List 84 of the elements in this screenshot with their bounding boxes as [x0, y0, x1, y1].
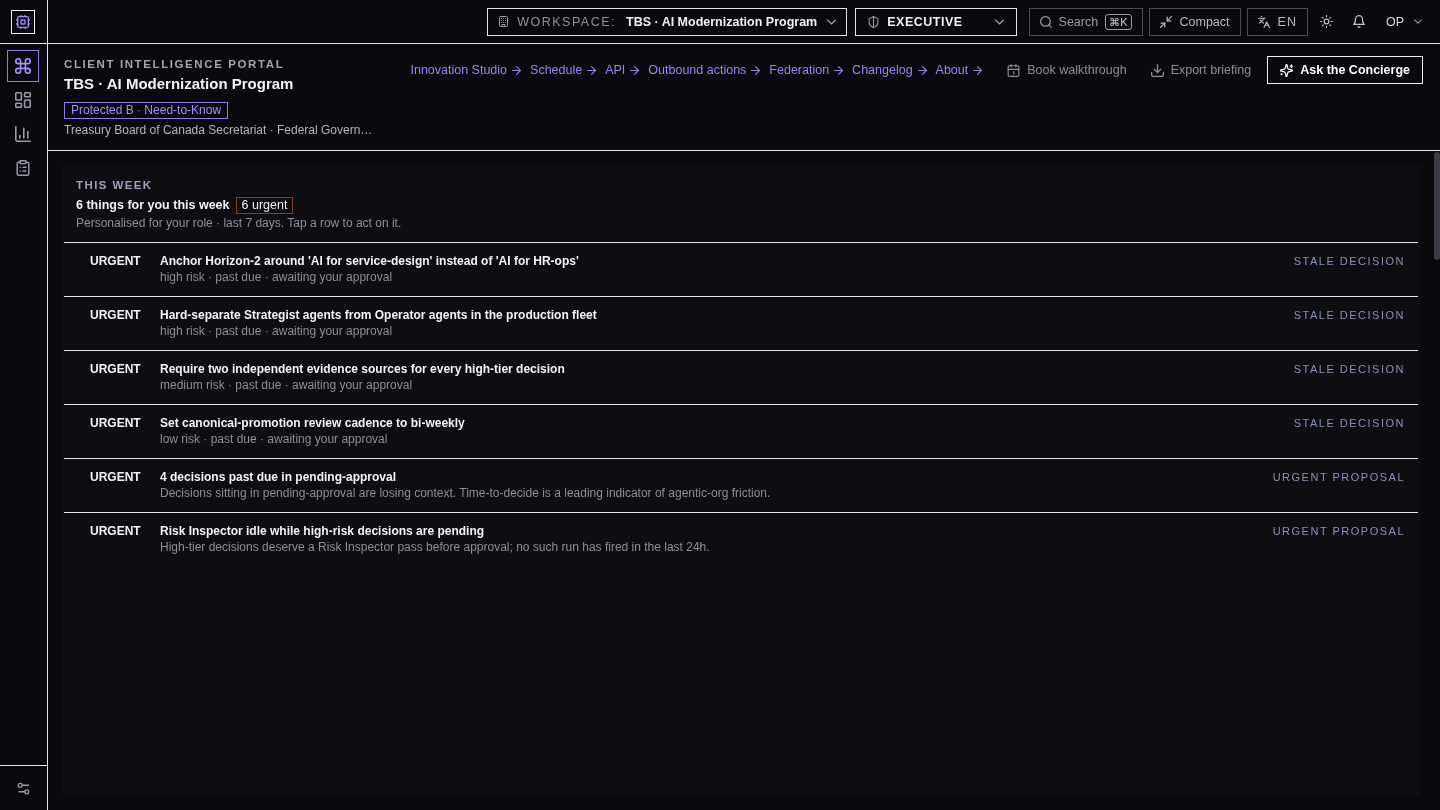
search-icon [1039, 15, 1052, 28]
dashboard-icon [15, 92, 31, 108]
chip-logo-icon [11, 9, 35, 34]
calendar-icon [1007, 63, 1021, 77]
language-button[interactable]: EN [1246, 7, 1308, 36]
row-title: Anchor Horizon-2 around 'AI for service-design' instead of 'AI for HR-ops' [160, 253, 579, 269]
building-icon [498, 16, 510, 27]
nav-link[interactable]: Changelog [852, 63, 927, 77]
arrow-right-icon [630, 65, 640, 75]
row-detail: high risk · past due · awaiting your approval [160, 269, 393, 285]
row-title: Hard-separate Strategist agents from Operator agents in the production fleet [160, 307, 597, 323]
category-label: STALE DECISION [1293, 362, 1405, 377]
sparkles-icon [1280, 63, 1294, 77]
summary-text: 6 things for you this week [76, 197, 230, 214]
priority-row[interactable]: URGENT Anchor Horizon-2 around 'AI for service-design' instead of 'AI for HR-ops' high risk · past due · awaiting your approval STALE DECISION [64, 242, 1418, 296]
severity-label: URGENT [90, 361, 142, 378]
row-detail: high risk · past due · awaiting your approval [160, 323, 393, 339]
clipboard-icon [15, 160, 31, 176]
organization-text: Treasury Board of Canada Secretariat · Federal Govern… [64, 123, 373, 138]
workspace-dropdown[interactable]: WORKSPACE: TBS · AI Modernization Program [487, 7, 848, 36]
severity-label: URGENT [90, 469, 142, 486]
severity-label: URGENT [90, 415, 142, 432]
header-action-link[interactable]: Export briefing [1150, 63, 1252, 77]
nav-link[interactable]: Outbound actions [648, 63, 761, 77]
arrow-right-icon [587, 65, 597, 75]
priority-row[interactable]: URGENT Hard-separate Strategist agents from Operator agents in the production fleet high risk · past due · awaiting your approval STALE DECISION [64, 296, 1418, 350]
row-title: Set canonical-promotion review cadence to bi-weekly [160, 415, 465, 431]
nav-link[interactable]: API [605, 63, 640, 77]
category-label: STALE DECISION [1293, 416, 1405, 431]
priority-row[interactable]: URGENT 4 decisions past due in pending-approval Decisions sitting in pending-approval are losing context. Time-to-decide is a leading indicator of agentic-org friction. URGENT PROPOSAL [64, 458, 1418, 512]
command-icon [15, 58, 31, 74]
priority-row[interactable]: URGENT Set canonical-promotion review cadence to bi-weekly low risk · past due · awaiting your approval STALE DECISION [64, 404, 1418, 458]
shortcut-hint: ⌘K [1105, 13, 1132, 30]
nav-link[interactable]: About [935, 63, 983, 77]
nav-link[interactable]: Schedule [530, 63, 597, 77]
row-title: 4 decisions past due in pending-approval [160, 469, 397, 485]
user-menu[interactable]: OP [1377, 7, 1422, 36]
severity-label: URGENT [90, 253, 142, 270]
sliders-icon [16, 781, 30, 795]
translate-icon [1257, 15, 1270, 28]
priority-row[interactable]: URGENT Require two independent evidence sources for every high-tier decision medium risk · past due · awaiting your approval STALE DECISION [64, 350, 1418, 404]
category-label: URGENT PROPOSAL [1272, 524, 1405, 539]
compact-button[interactable]: Compact [1148, 7, 1241, 36]
arrow-right-icon [512, 65, 522, 75]
priority-row[interactable]: URGENT Risk Inspector idle while high-risk decisions are pending High-tier decisions deserve a Risk Inspector pass before approval; no such run has fired in the last 24h. URGENT PROPOSAL [64, 512, 1418, 566]
row-title: Risk Inspector idle while high-risk decisions are pending [160, 523, 485, 539]
classification-badge: Protected B · Need-to-Know [64, 102, 229, 119]
arrow-right-icon [917, 65, 927, 75]
category-label: STALE DECISION [1293, 254, 1405, 269]
category-label: URGENT PROPOSAL [1272, 470, 1405, 485]
chevron-down-icon [1414, 19, 1422, 24]
bar-chart-icon [15, 126, 31, 142]
row-detail: Decisions sitting in pending-approval are losing context. Time-to-decide is a leading indicator of agentic-org friction. [160, 485, 771, 501]
row-detail: High-tier decisions deserve a Risk Inspector pass before approval; no such run has fired in the last 24h. [160, 539, 710, 555]
nav-link[interactable]: Federation [769, 63, 844, 77]
minimize-icon [1159, 15, 1172, 28]
bell-icon [1352, 15, 1365, 28]
shield-icon [868, 15, 880, 28]
row-detail: low risk · past due · awaiting your approval [160, 431, 388, 447]
nav-link[interactable]: Innovation Studio [410, 63, 522, 77]
section-note: Personalised for your role · last 7 days. Tap a row to act on it. [76, 215, 403, 231]
severity-label: URGENT [90, 523, 142, 540]
rail-nav-button[interactable] [7, 50, 39, 82]
header-action-link[interactable]: Book walkthrough [1007, 63, 1127, 77]
urgent-count-badge: 6 urgent [235, 196, 294, 214]
concierge-button[interactable]: Ask the Concierge [1267, 56, 1423, 84]
search-button[interactable]: Search ⌘K [1028, 7, 1143, 36]
scrollbar-thumb[interactable] [1434, 152, 1440, 260]
portal-eyebrow: CLIENT INTELLIGENCE PORTAL [64, 57, 285, 71]
severity-label: URGENT [90, 307, 142, 324]
category-label: STALE DECISION [1293, 308, 1405, 323]
arrow-right-icon [973, 65, 983, 75]
download-icon [1150, 63, 1164, 77]
sliders-button[interactable] [16, 781, 30, 795]
program-title: TBS · AI Modernization Program [64, 74, 294, 94]
section-heading: THIS WEEK [76, 178, 154, 192]
row-title: Require two independent evidence sources for every high-tier decision [160, 361, 565, 377]
arrow-right-icon [834, 65, 844, 75]
sun-icon [1320, 15, 1334, 28]
role-dropdown[interactable]: EXECUTIVE [855, 7, 1017, 36]
arrow-right-icon [751, 65, 761, 75]
chevron-down-icon [827, 18, 837, 25]
row-detail: medium risk · past due · awaiting your approval [160, 377, 413, 393]
chevron-down-icon [994, 18, 1004, 25]
